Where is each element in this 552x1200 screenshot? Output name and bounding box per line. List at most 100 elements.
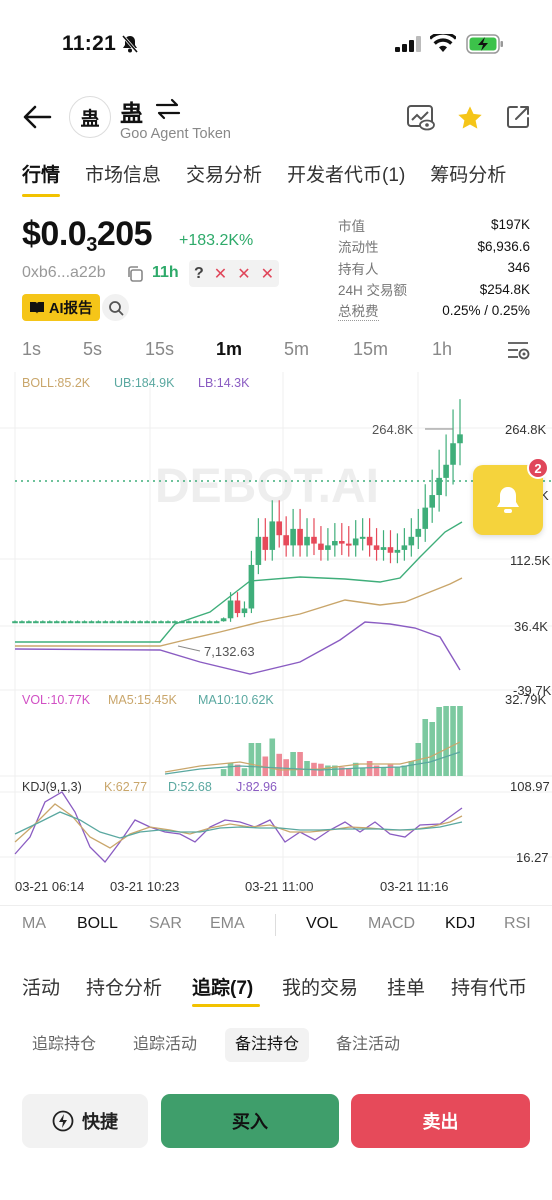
- quick-trade-label: 快捷: [82, 1112, 118, 1132]
- candle-body: [359, 536, 366, 539]
- candle-body: [373, 545, 380, 550]
- indicator-rsi[interactable]: RSI: [504, 915, 531, 933]
- candle-body: [262, 536, 269, 550]
- y-axis-label: 112.5K: [510, 553, 551, 568]
- signal-icon: [395, 36, 421, 52]
- indicator-kdj[interactable]: KDJ: [445, 915, 475, 933]
- candle-body: [220, 618, 227, 622]
- indicator-ma[interactable]: MA: [22, 915, 46, 933]
- sell-button[interactable]: 卖出: [351, 1094, 530, 1148]
- interval-15m[interactable]: 15m: [353, 339, 388, 360]
- swap-arrows-icon[interactable]: [154, 98, 182, 120]
- tab-chip-analysis[interactable]: 筹码分析: [430, 160, 506, 187]
- chip-noted-holdings[interactable]: 备注持仓: [225, 1028, 310, 1062]
- volume-bar: [422, 719, 429, 776]
- tab-market[interactable]: 行情: [22, 160, 61, 197]
- boll-label: BOLL:85.2K: [22, 376, 91, 390]
- boll-upper-line: [15, 521, 463, 643]
- candle-body: [276, 521, 283, 536]
- candle-body: [311, 536, 317, 544]
- battery-charging-icon: [466, 34, 503, 54]
- interval-1s[interactable]: 1s: [22, 339, 41, 360]
- stat-value: $254.8K: [479, 281, 530, 297]
- y-axis-label: 264.8K: [505, 422, 547, 437]
- indicator-sar[interactable]: SAR: [149, 915, 182, 933]
- wifi-icon: [430, 34, 456, 52]
- candle-body: [33, 621, 39, 624]
- vol-axis-top: 32.79K: [505, 692, 547, 707]
- search-button[interactable]: [102, 294, 129, 321]
- kdj-axis-bottom: 16.27: [516, 850, 549, 865]
- tab-dev-tokens[interactable]: 开发者代币(1): [287, 160, 405, 187]
- candle-body: [429, 495, 435, 508]
- kdj-axis-top: 108.97: [510, 779, 550, 794]
- tab-market-info[interactable]: 市场信息: [85, 160, 161, 187]
- contract-address[interactable]: 0xb6...a22b: [22, 264, 106, 282]
- tab-orders[interactable]: 挂单: [387, 973, 425, 1000]
- chip-noted-activity[interactable]: 备注活动: [326, 1028, 410, 1062]
- interval-1h[interactable]: 1h: [432, 339, 452, 360]
- candle-body: [19, 621, 25, 624]
- favorite-star-icon[interactable]: [456, 104, 484, 132]
- tab-tracking[interactable]: 追踪(7): [192, 973, 253, 1000]
- candle-body: [436, 477, 442, 496]
- candle-body: [318, 543, 324, 550]
- share-icon[interactable]: [505, 104, 531, 130]
- chip-tracked-activity[interactable]: 追踪活动: [123, 1028, 207, 1062]
- stat-label: 市值: [338, 218, 365, 234]
- stat-label[interactable]: 总税费: [338, 300, 379, 322]
- candle-body: [408, 536, 415, 546]
- chip-tracked-holdings[interactable]: 追踪持仓: [22, 1028, 106, 1062]
- price-chart[interactable]: DEBOT.AI BOLL:85.2K UB:184.9K LB:14.3K 2…: [0, 372, 552, 902]
- candle-body: [151, 621, 157, 624]
- indicator-boll[interactable]: BOLL: [77, 915, 118, 933]
- chart-settings-icon[interactable]: [506, 339, 530, 361]
- tab-my-trades[interactable]: 我的交易: [282, 973, 358, 1000]
- tab-holding-analysis[interactable]: 持仓分析: [86, 973, 162, 1000]
- indicator-macd[interactable]: MACD: [368, 915, 415, 933]
- bell-icon: [497, 487, 519, 513]
- candle-body: [290, 528, 296, 546]
- ai-report-button[interactable]: AI报告: [22, 294, 100, 321]
- volume-bar: [248, 743, 255, 776]
- j-label: J:82.96: [236, 780, 277, 794]
- status-time: 11:21: [62, 32, 117, 55]
- candle-body: [206, 621, 213, 624]
- ma5-label: MA5:15.45K: [108, 693, 177, 707]
- chart-watermark: DEBOT.AI: [155, 460, 379, 513]
- candle-body: [443, 464, 449, 478]
- indicator-vol[interactable]: VOL: [306, 915, 338, 933]
- copy-icon[interactable]: [126, 265, 144, 283]
- candle-body: [81, 621, 88, 624]
- tab-trade-analysis[interactable]: 交易分析: [186, 160, 262, 187]
- interval-15s[interactable]: 15s: [145, 339, 174, 360]
- risk-flags[interactable]: ? ✕ ✕ ✕: [189, 260, 279, 287]
- back-arrow-icon[interactable]: [22, 104, 52, 130]
- candle-body: [450, 443, 456, 465]
- tab-held-tokens[interactable]: 持有代币: [451, 973, 527, 1000]
- candle-body: [46, 621, 53, 624]
- volume-bar: [366, 761, 373, 776]
- chart-watch-icon[interactable]: [406, 104, 436, 132]
- quick-trade-button[interactable]: 快捷: [22, 1094, 148, 1148]
- indicator-ema[interactable]: EMA: [210, 915, 245, 933]
- candle-body: [227, 600, 234, 619]
- candle-body: [199, 621, 206, 624]
- candle-body: [88, 621, 95, 624]
- interval-5s[interactable]: 5s: [83, 339, 102, 360]
- candle-body: [213, 621, 220, 624]
- stat-label: 24H 交易额: [338, 283, 408, 299]
- candle-body: [380, 547, 387, 550]
- x-axis-label: 03-21 11:00: [245, 879, 313, 894]
- candle-body: [130, 621, 137, 624]
- volume-bar: [227, 762, 234, 776]
- candle-body: [102, 621, 109, 624]
- interval-5m[interactable]: 5m: [284, 339, 309, 360]
- tab-activity[interactable]: 活动: [22, 973, 60, 1000]
- interval-1m[interactable]: 1m: [216, 339, 242, 360]
- buy-button[interactable]: 买入: [161, 1094, 339, 1148]
- volume-bar: [290, 752, 296, 776]
- bell-off-icon: [121, 35, 139, 53]
- k-label: K:62.77: [104, 780, 147, 794]
- volume-bar: [436, 707, 442, 776]
